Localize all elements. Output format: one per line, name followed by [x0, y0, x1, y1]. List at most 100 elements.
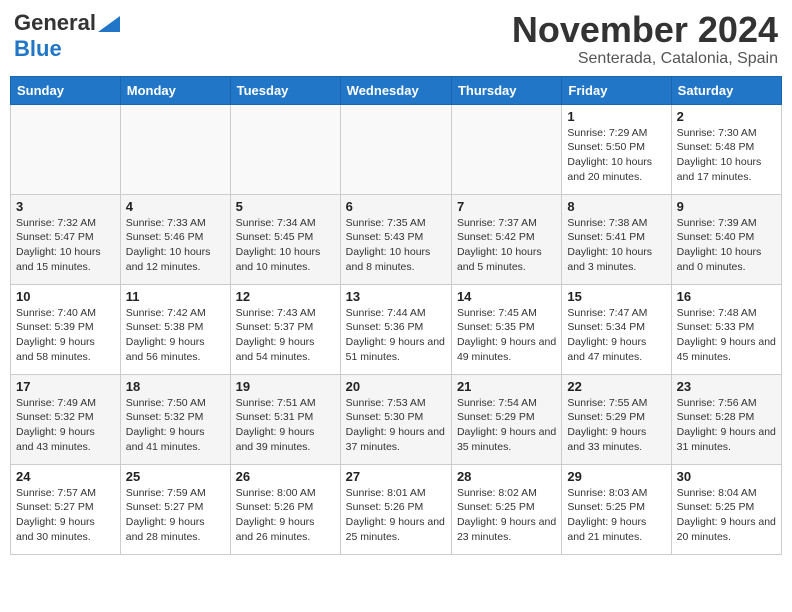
logo-text: General	[14, 10, 120, 36]
day-info: Sunrise: 7:59 AM Sunset: 5:27 PM Dayligh…	[126, 486, 225, 545]
day-info: Sunrise: 8:04 AM Sunset: 5:25 PM Dayligh…	[677, 486, 776, 545]
day-info: Sunrise: 7:40 AM Sunset: 5:39 PM Dayligh…	[16, 306, 115, 365]
day-info: Sunrise: 7:29 AM Sunset: 5:50 PM Dayligh…	[567, 126, 665, 185]
day-number: 14	[457, 289, 556, 304]
calendar-cell: 18 Sunrise: 7:50 AM Sunset: 5:32 PM Dayli…	[120, 374, 230, 464]
day-number: 30	[677, 469, 776, 484]
day-number: 4	[126, 199, 225, 214]
calendar-cell: 29Sunrise: 8:03 AM Sunset: 5:25 PM Dayli…	[562, 464, 671, 554]
day-info: Sunrise: 7:33 AM Sunset: 5:46 PM Dayligh…	[126, 216, 225, 275]
day-number: 15	[567, 289, 665, 304]
calendar-cell: 8Sunrise: 7:38 AM Sunset: 5:41 PM Daylig…	[562, 194, 671, 284]
day-number: 6	[346, 199, 446, 214]
logo: General Blue	[14, 10, 120, 62]
day-info: Sunrise: 7:30 AM Sunset: 5:48 PM Dayligh…	[677, 126, 776, 185]
day-info: Sunrise: 7:35 AM Sunset: 5:43 PM Dayligh…	[346, 216, 446, 275]
calendar-week-2: 3Sunrise: 7:32 AM Sunset: 5:47 PM Daylig…	[11, 194, 782, 284]
day-info: Sunrise: 7:56 AM Sunset: 5:28 PM Dayligh…	[677, 396, 776, 455]
day-number: 28	[457, 469, 556, 484]
day-number: 5	[236, 199, 335, 214]
day-info: Sunrise: 7:53 AM Sunset: 5:30 PM Dayligh…	[346, 396, 446, 455]
day-number: 2	[677, 109, 776, 124]
month-title: November 2024	[512, 10, 778, 50]
calendar-cell: 7 Sunrise: 7:37 AM Sunset: 5:42 PM Daylig…	[451, 194, 561, 284]
calendar-cell: 13 Sunrise: 7:44 AM Sunset: 5:36 PM Dayli…	[340, 284, 451, 374]
day-info: Sunrise: 8:01 AM Sunset: 5:26 PM Dayligh…	[346, 486, 446, 545]
day-number: 12	[236, 289, 335, 304]
calendar-cell: 19 Sunrise: 7:51 AM Sunset: 5:31 PM Dayli…	[230, 374, 340, 464]
day-number: 11	[126, 289, 225, 304]
day-number: 16	[677, 289, 776, 304]
calendar-cell: 23Sunrise: 7:56 AM Sunset: 5:28 PM Dayli…	[671, 374, 781, 464]
calendar-cell: 3Sunrise: 7:32 AM Sunset: 5:47 PM Daylig…	[11, 194, 121, 284]
calendar-cell	[230, 104, 340, 194]
day-info: Sunrise: 7:47 AM Sunset: 5:34 PM Dayligh…	[567, 306, 665, 365]
day-number: 27	[346, 469, 446, 484]
calendar-cell: 11 Sunrise: 7:42 AM Sunset: 5:38 PM Dayli…	[120, 284, 230, 374]
calendar-cell: 26 Sunrise: 8:00 AM Sunset: 5:26 PM Dayli…	[230, 464, 340, 554]
calendar-cell: 2 Sunrise: 7:30 AM Sunset: 5:48 PM Daylig…	[671, 104, 781, 194]
day-info: Sunrise: 7:51 AM Sunset: 5:31 PM Dayligh…	[236, 396, 335, 455]
calendar-cell: 28Sunrise: 8:02 AM Sunset: 5:25 PM Dayli…	[451, 464, 561, 554]
calendar-cell: 1 Sunrise: 7:29 AM Sunset: 5:50 PM Daylig…	[562, 104, 671, 194]
day-info: Sunrise: 7:54 AM Sunset: 5:29 PM Dayligh…	[457, 396, 556, 455]
page-header: General Blue November 2024 Senterada, Ca…	[10, 10, 782, 68]
weekday-header-row: SundayMondayTuesdayWednesdayThursdayFrid…	[11, 76, 782, 104]
calendar-week-1: 1 Sunrise: 7:29 AM Sunset: 5:50 PM Daylig…	[11, 104, 782, 194]
calendar-cell: 15 Sunrise: 7:47 AM Sunset: 5:34 PM Dayli…	[562, 284, 671, 374]
weekday-header-friday: Friday	[562, 76, 671, 104]
day-info: Sunrise: 7:55 AM Sunset: 5:29 PM Dayligh…	[567, 396, 665, 455]
day-info: Sunrise: 7:34 AM Sunset: 5:45 PM Dayligh…	[236, 216, 335, 275]
day-number: 8	[567, 199, 665, 214]
day-info: Sunrise: 7:49 AM Sunset: 5:32 PM Dayligh…	[16, 396, 115, 455]
day-info: Sunrise: 7:44 AM Sunset: 5:36 PM Dayligh…	[346, 306, 446, 365]
calendar-cell	[340, 104, 451, 194]
day-info: Sunrise: 7:57 AM Sunset: 5:27 PM Dayligh…	[16, 486, 115, 545]
day-number: 13	[346, 289, 446, 304]
weekday-header-thursday: Thursday	[451, 76, 561, 104]
calendar-cell: 5 Sunrise: 7:34 AM Sunset: 5:45 PM Daylig…	[230, 194, 340, 284]
calendar-table: SundayMondayTuesdayWednesdayThursdayFrid…	[10, 76, 782, 555]
day-info: Sunrise: 7:45 AM Sunset: 5:35 PM Dayligh…	[457, 306, 556, 365]
day-info: Sunrise: 7:48 AM Sunset: 5:33 PM Dayligh…	[677, 306, 776, 365]
location: Senterada, Catalonia, Spain	[512, 50, 778, 68]
calendar-cell: 12Sunrise: 7:43 AM Sunset: 5:37 PM Dayli…	[230, 284, 340, 374]
calendar-cell: 21 Sunrise: 7:54 AM Sunset: 5:29 PM Dayli…	[451, 374, 561, 464]
day-info: Sunrise: 7:37 AM Sunset: 5:42 PM Dayligh…	[457, 216, 556, 275]
day-info: Sunrise: 7:42 AM Sunset: 5:38 PM Dayligh…	[126, 306, 225, 365]
calendar-cell	[451, 104, 561, 194]
calendar-cell: 17 Sunrise: 7:49 AM Sunset: 5:32 PM Dayli…	[11, 374, 121, 464]
day-number: 29	[567, 469, 665, 484]
day-number: 17	[16, 379, 115, 394]
day-info: Sunrise: 7:50 AM Sunset: 5:32 PM Dayligh…	[126, 396, 225, 455]
calendar-week-3: 10 Sunrise: 7:40 AM Sunset: 5:39 PM Dayli…	[11, 284, 782, 374]
day-number: 25	[126, 469, 225, 484]
day-info: Sunrise: 8:00 AM Sunset: 5:26 PM Dayligh…	[236, 486, 335, 545]
calendar-cell: 9Sunrise: 7:39 AM Sunset: 5:40 PM Daylig…	[671, 194, 781, 284]
day-number: 7	[457, 199, 556, 214]
calendar-cell: 16 Sunrise: 7:48 AM Sunset: 5:33 PM Dayli…	[671, 284, 781, 374]
day-info: Sunrise: 7:32 AM Sunset: 5:47 PM Dayligh…	[16, 216, 115, 275]
day-number: 24	[16, 469, 115, 484]
day-number: 21	[457, 379, 556, 394]
day-info: Sunrise: 7:39 AM Sunset: 5:40 PM Dayligh…	[677, 216, 776, 275]
day-number: 18	[126, 379, 225, 394]
day-number: 22	[567, 379, 665, 394]
calendar-cell	[120, 104, 230, 194]
day-number: 26	[236, 469, 335, 484]
weekday-header-sunday: Sunday	[11, 76, 121, 104]
day-number: 10	[16, 289, 115, 304]
calendar-cell	[11, 104, 121, 194]
calendar-cell: 4 Sunrise: 7:33 AM Sunset: 5:46 PM Daylig…	[120, 194, 230, 284]
weekday-header-saturday: Saturday	[671, 76, 781, 104]
logo-blue-text: Blue	[14, 36, 62, 61]
weekday-header-tuesday: Tuesday	[230, 76, 340, 104]
calendar-cell: 6 Sunrise: 7:35 AM Sunset: 5:43 PM Daylig…	[340, 194, 451, 284]
weekday-header-wednesday: Wednesday	[340, 76, 451, 104]
calendar-cell: 30 Sunrise: 8:04 AM Sunset: 5:25 PM Dayli…	[671, 464, 781, 554]
day-number: 1	[567, 109, 665, 124]
calendar-week-4: 17 Sunrise: 7:49 AM Sunset: 5:32 PM Dayli…	[11, 374, 782, 464]
calendar-cell: 20Sunrise: 7:53 AM Sunset: 5:30 PM Dayli…	[340, 374, 451, 464]
day-number: 19	[236, 379, 335, 394]
calendar-cell: 25 Sunrise: 7:59 AM Sunset: 5:27 PM Dayli…	[120, 464, 230, 554]
